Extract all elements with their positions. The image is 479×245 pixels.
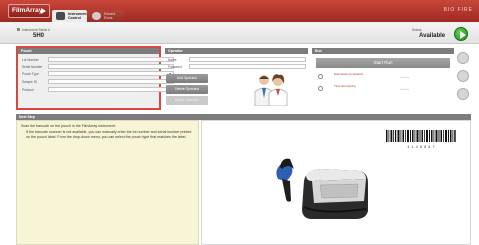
instruction-illustration: 1 1 4 8 6 8 7 xyxy=(201,120,471,245)
go-arrow-icon[interactable] xyxy=(454,27,468,41)
timer-icon xyxy=(318,86,323,91)
status-value: Available xyxy=(419,33,446,39)
barcode-image: 1 1 4 8 6 8 7 xyxy=(386,130,456,150)
delete-operator-button[interactable]: Delete Operator xyxy=(166,85,208,94)
settings-icon[interactable] xyxy=(457,52,469,64)
barcode-digits: 1 1 4 8 6 8 7 xyxy=(407,146,434,150)
tab-label: Recent Runs xyxy=(104,12,116,20)
serial-number-field[interactable] xyxy=(48,64,174,69)
password-label: Password xyxy=(168,65,182,69)
help-icon[interactable] xyxy=(457,70,469,82)
modify-operator-button[interactable]: Modify Operator xyxy=(166,96,208,105)
add-operator-button[interactable]: Add Operator xyxy=(166,74,208,83)
remaining-label: Time Remaining xyxy=(334,84,356,88)
side-toolbar xyxy=(456,48,471,108)
instrument-scanner-image xyxy=(276,158,368,219)
pouch-type-select[interactable] xyxy=(48,71,174,76)
tab-recent-runs[interactable]: Recent Runs xyxy=(88,10,124,22)
instrument-strip: Instrument Serial # 5H0 Status Available xyxy=(0,22,479,44)
lot-number-field[interactable] xyxy=(48,57,174,62)
run-row-remaining: Time Remaining --:--:-- xyxy=(316,84,450,94)
serial-label: Instrument Serial # xyxy=(22,28,50,32)
operator-name-field[interactable] xyxy=(189,57,306,62)
status-label: Status xyxy=(412,28,422,32)
pouch-panel: Pouch Lot Number Serial Number Pouch Typ… xyxy=(16,46,174,110)
protocol-label: Protocol xyxy=(22,88,34,92)
remaining-value: --:--:-- xyxy=(400,87,409,91)
brand-logo: BIO FIRE xyxy=(444,7,473,13)
next-step-panel: Next Step Scan the barcode on the pouch … xyxy=(16,114,471,245)
title-bar: FilmArray Instrument Control Recent Runs… xyxy=(0,0,479,22)
tab-label: Instrument Control xyxy=(68,12,87,20)
sample-id-field[interactable] xyxy=(48,79,174,84)
completion-value: --:--:-- xyxy=(400,75,409,79)
instruction-box: Scan the barcode on the pouch in the Fil… xyxy=(16,120,199,245)
brand-text: BIO FIRE xyxy=(443,7,473,13)
clock-icon xyxy=(318,74,323,79)
play-icon xyxy=(41,8,46,14)
instrument-small-icon xyxy=(17,28,20,31)
filmarray-logo[interactable]: FilmArray xyxy=(8,4,50,18)
operator-panel: Operator Name Password Add Operator Dele… xyxy=(165,48,308,108)
serial-number-label: Serial Number xyxy=(22,65,43,69)
serial-value: 5H0 xyxy=(33,33,45,39)
sample-id-label: Sample ID xyxy=(22,80,37,84)
run-title: Run xyxy=(312,48,454,54)
log-icon[interactable] xyxy=(457,88,469,100)
tab-instrument-control[interactable]: Instrument Control xyxy=(52,10,87,22)
name-label: Name xyxy=(168,58,177,62)
instruction-text: If the barcode scanner is not available,… xyxy=(26,130,192,139)
runs-icon xyxy=(92,12,101,20)
run-row-completion: Estimated Completion --:--:-- xyxy=(316,72,450,82)
operator-title: Operator xyxy=(165,48,308,54)
lot-number-label: Lot Number xyxy=(22,58,39,62)
pouch-title: Pouch xyxy=(18,48,159,54)
logo-text: FilmArray xyxy=(12,7,43,14)
operator-password-field[interactable] xyxy=(189,64,306,69)
operator-avatars xyxy=(254,74,288,106)
completion-label: Estimated Completion xyxy=(334,72,364,76)
pouch-type-label: Pouch Type xyxy=(22,72,39,76)
instruction-text: Scan the barcode on the pouch in the Fil… xyxy=(21,124,116,128)
start-run-button[interactable]: Start Run xyxy=(316,58,450,68)
protocol-field[interactable] xyxy=(48,87,174,92)
run-panel: Run Start Run Estimated Completion --:--… xyxy=(312,48,454,108)
instrument-icon xyxy=(56,12,65,20)
